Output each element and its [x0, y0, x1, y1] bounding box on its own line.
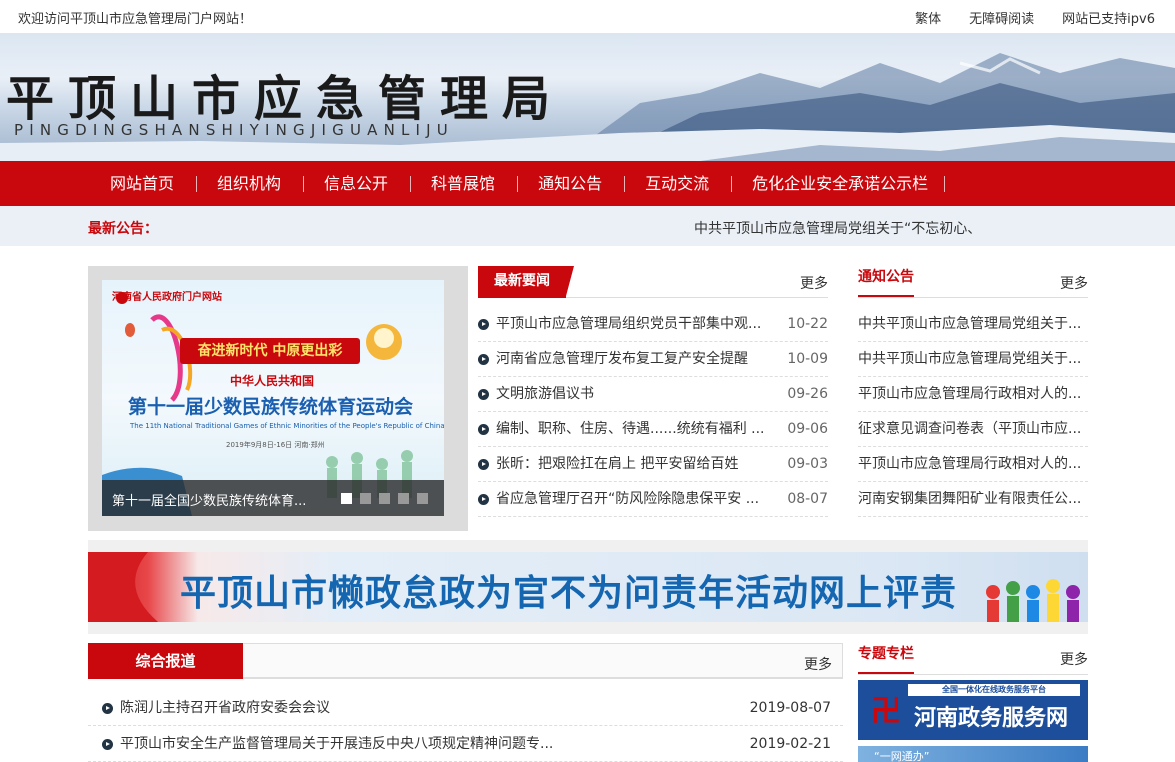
- reports-header: 综合报道 更多: [88, 643, 843, 679]
- list-item[interactable]: 中共平顶山市应急管理局党组关于...: [858, 342, 1088, 377]
- news-title: 省应急管理厅召开“防风险除隐患保平安 ...: [496, 491, 760, 507]
- announcement-link[interactable]: 中共平顶山市应急管理局党组关于“不忘初心、: [694, 218, 981, 238]
- slide-caption[interactable]: 第十一届全国少数民族传统体育...: [112, 490, 306, 509]
- slide-dot[interactable]: [417, 493, 428, 504]
- campaign-text: 平顶山市懒政怠政为官不为问责年活动网上评责: [180, 573, 958, 614]
- list-item[interactable]: 平顶山市应急管理局行政相对人的...: [858, 447, 1088, 482]
- announcement-label: 最新公告：: [88, 221, 158, 237]
- nav-item-info-disclosure[interactable]: 信息公开: [304, 175, 412, 192]
- report-title: 平顶山市安全生产监督管理局关于开展违反中央八项规定精神问题专...: [120, 736, 554, 752]
- nav-item-organization[interactable]: 组织机构: [197, 175, 305, 192]
- nav-item-interaction[interactable]: 互动交流: [625, 175, 733, 192]
- report-date: 2019-02-21: [749, 736, 831, 752]
- reports-list: 陈润儿主持召开省政府安委会会议 2019-08-07 平顶山市安全生产监督管理局关…: [88, 690, 843, 762]
- notices-more-link[interactable]: 更多: [1060, 273, 1088, 293]
- list-item[interactable]: 平顶山市应急管理局行政相对人的...: [858, 377, 1088, 412]
- list-item[interactable]: 平顶山市应急管理局组织党员干部集中观... 10-22: [478, 307, 828, 342]
- report-title: 陈润儿主持召开省政府安委会会议: [120, 700, 330, 716]
- news-date: 10-22: [787, 316, 828, 332]
- list-item[interactable]: 陈润儿主持召开省政府安委会会议 2019-08-07: [88, 690, 843, 726]
- nav-item-notices[interactable]: 通知公告: [518, 175, 626, 192]
- list-item[interactable]: 河南安钢集团舞阳矿业有限责任公...: [858, 482, 1088, 517]
- list-item[interactable]: 编制、职称、住房、待遇......统统有福利 ... 09-06: [478, 412, 828, 447]
- latest-news-more-link[interactable]: 更多: [800, 273, 828, 293]
- slide-country: 中华人民共和国: [230, 374, 315, 388]
- latest-announcement-bar: 最新公告： 中共平顶山市应急管理局党组关于“不忘初心、: [0, 206, 1175, 246]
- news-title: 张昕：把艰险扛在肩上 把平安留给百姓: [496, 456, 739, 472]
- list-item[interactable]: 平顶山市安全生产监督管理局关于开展违反中央八项规定精神问题专... 2019-02…: [88, 726, 843, 762]
- welcome-text: 欢迎访问平顶山市应急管理局门户网站！: [18, 12, 253, 27]
- special-topics-tab[interactable]: 专题专栏: [858, 643, 914, 674]
- news-date: 10-09: [787, 351, 828, 367]
- top-bar: 欢迎访问平顶山市应急管理局门户网站！ 繁体 无障碍阅读 网站已支持ipv6: [0, 0, 1175, 33]
- slide-caption-bar: 第十一届全国少数民族传统体育...: [102, 480, 444, 516]
- image-slider: 河南省人民政府门户网站 奋进新时代 中原更出彩 中华人民共和国 第十一届少数民族…: [88, 266, 468, 531]
- accessible-reading-link[interactable]: 无障碍阅读: [969, 8, 1034, 27]
- special-topics-header: 专题专栏 更多: [858, 643, 1088, 675]
- henan-gov-service-banner[interactable]: 全国一体化在线政务服务平台 卍 河南政务服务网: [858, 680, 1088, 740]
- report-date: 2019-08-07: [749, 700, 831, 716]
- news-title: 编制、职称、住房、待遇......统统有福利 ...: [496, 421, 765, 437]
- henan-service-logo-icon: 卍: [871, 694, 901, 729]
- nav-item-home[interactable]: 网站首页: [90, 175, 198, 192]
- one-stop-service-text: “一网通办”: [874, 750, 930, 762]
- news-date: 08-07: [787, 491, 828, 507]
- list-item[interactable]: 征求意见调查问卷表（平顶山市应...: [858, 412, 1088, 447]
- notices-header: 通知公告 更多: [858, 266, 1088, 298]
- arrow-bullet-icon: [478, 494, 489, 505]
- slide-dot[interactable]: [379, 493, 390, 504]
- slide-dots: [341, 493, 428, 504]
- slide-dot[interactable]: [398, 493, 409, 504]
- service-platform-text: 全国一体化在线政务服务平台: [908, 684, 1080, 696]
- nav-item-science-exhibit[interactable]: 科普展馆: [411, 175, 519, 192]
- top-links: 繁体 无障碍阅读 网站已支持ipv6: [915, 8, 1155, 27]
- news-title: 平顶山市应急管理局组织党员干部集中观...: [496, 316, 762, 332]
- list-item[interactable]: 张昕：把艰险扛在肩上 把平安留给百姓 09-03: [478, 447, 828, 482]
- slide-english-title: The 11th National Traditional Games of E…: [130, 422, 444, 430]
- nav-item-hazmat-commitment[interactable]: 危化企业安全承诺公示栏: [732, 175, 946, 192]
- one-stop-service-banner[interactable]: “一网通办”: [858, 746, 1088, 762]
- news-date: 09-26: [787, 386, 828, 402]
- slide-dot[interactable]: [341, 493, 352, 504]
- arrow-bullet-icon: [102, 703, 113, 714]
- latest-news-tab[interactable]: 最新要闻: [478, 266, 574, 298]
- slide-dot[interactable]: [360, 493, 371, 504]
- slide-games-title: 第十一届少数民族传统体育运动会: [128, 396, 414, 418]
- news-date: 09-06: [787, 421, 828, 437]
- arrow-bullet-icon: [478, 354, 489, 365]
- service-name: 河南政务服务网: [914, 705, 1069, 731]
- notices-tab[interactable]: 通知公告: [858, 266, 914, 297]
- slide-date: 2019年9月8日-16日 河南·郑州: [226, 441, 325, 449]
- arrow-bullet-icon: [102, 739, 113, 750]
- reports-tab[interactable]: 综合报道: [88, 643, 243, 679]
- reports-more-link[interactable]: 更多: [804, 654, 832, 674]
- special-topics-more-link[interactable]: 更多: [1060, 649, 1088, 669]
- campaign-banner-image: 平顶山市懒政怠政为官不为问责年活动网上评责: [88, 552, 1088, 622]
- latest-news-header: 最新要闻 更多: [478, 266, 828, 298]
- arrow-bullet-icon: [478, 319, 489, 330]
- slide-gov-logo-text: 河南省人民政府门户网站: [112, 292, 222, 303]
- traditional-chinese-link[interactable]: 繁体: [915, 8, 941, 27]
- latest-news-list: 平顶山市应急管理局组织党员干部集中观... 10-22 河南省应急管理厅发布复工复…: [478, 307, 828, 517]
- campaign-banner[interactable]: 平顶山市懒政怠政为官不为问责年活动网上评责: [88, 540, 1088, 634]
- list-item[interactable]: 省应急管理厅召开“防风险除隐患保平安 ... 08-07: [478, 482, 828, 517]
- slide-slogan: 奋进新时代 中原更出彩: [180, 338, 360, 364]
- list-item[interactable]: 文明旅游倡议书 09-26: [478, 377, 828, 412]
- notices-list: 中共平顶山市应急管理局党组关于... 中共平顶山市应急管理局党组关于... 平顶…: [858, 307, 1088, 517]
- news-date: 09-03: [787, 456, 828, 472]
- list-item[interactable]: 中共平顶山市应急管理局党组关于...: [858, 307, 1088, 342]
- ipv6-support-text: 网站已支持ipv6: [1062, 12, 1155, 27]
- header-banner: 平顶山市应急管理局 PINGDINGSHANSHIYINGJIGUANLIJU: [0, 33, 1175, 161]
- arrow-bullet-icon: [478, 389, 489, 400]
- list-item[interactable]: 河南省应急管理厅发布复工复产安全提醒 10-09: [478, 342, 828, 377]
- news-title: 河南省应急管理厅发布复工复产安全提醒: [496, 351, 748, 367]
- arrow-bullet-icon: [478, 424, 489, 435]
- site-title-pinyin: PINGDINGSHANSHIYINGJIGUANLIJU: [14, 121, 454, 139]
- site-title: 平顶山市应急管理局: [6, 71, 565, 127]
- main-nav: 网站首页 组织机构 信息公开 科普展馆 通知公告 互动交流 危化企业安全承诺公示…: [0, 161, 1175, 206]
- arrow-bullet-icon: [478, 459, 489, 470]
- news-title: 文明旅游倡议书: [496, 386, 594, 402]
